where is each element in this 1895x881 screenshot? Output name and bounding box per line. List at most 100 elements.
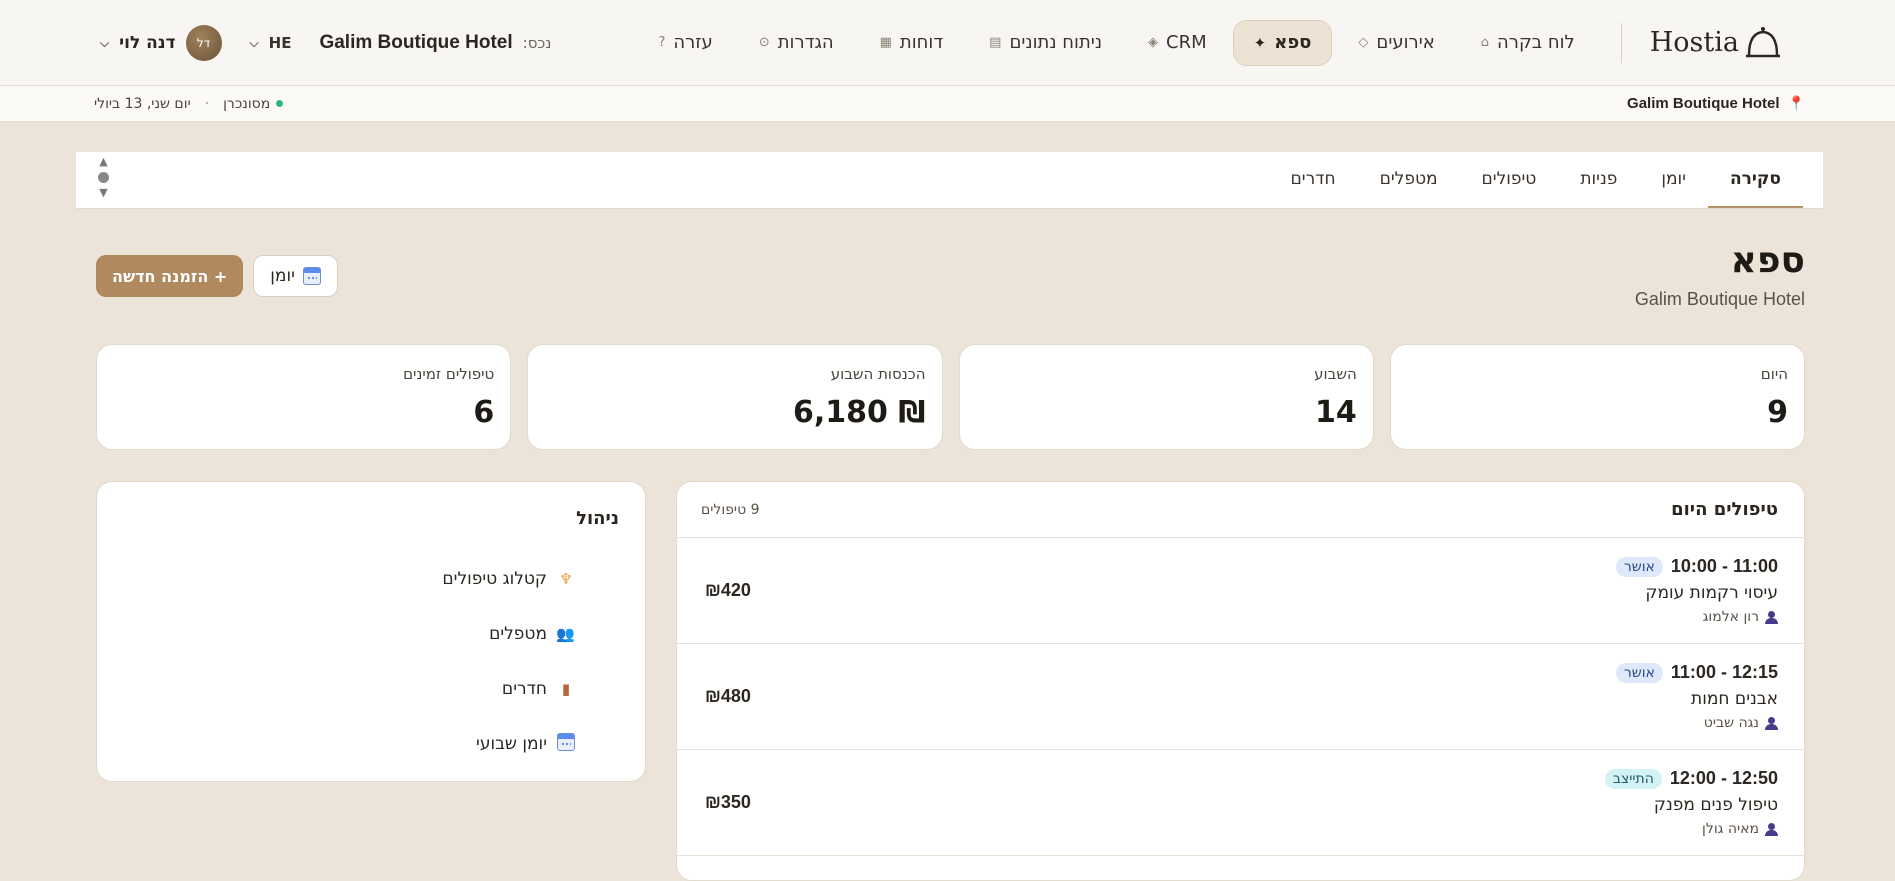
treatment-time-line: 12:50 - 12:00 התייצב bbox=[1604, 768, 1778, 789]
stat-label: טיפולים זמינים bbox=[403, 365, 495, 383]
language-code: HE bbox=[268, 34, 292, 52]
reports-icon: ▦ bbox=[879, 35, 892, 50]
tab-therapists[interactable]: מטפלים bbox=[1358, 152, 1460, 208]
table-row[interactable]: 12:15 - 11:00 אושר אבנים חמות נגה שביט ₪… bbox=[677, 644, 1804, 750]
stats-row: היום 9 השבוע 14 הכנסות השבוע ₪ 6,180 טיפ… bbox=[96, 344, 1805, 450]
home-icon: ⌂ bbox=[1480, 35, 1490, 50]
section-title: ניהול bbox=[576, 508, 619, 529]
analytics-icon: ▤ bbox=[989, 35, 1002, 50]
people-icon: 👥 bbox=[556, 624, 575, 643]
property-selector[interactable]: נכס: Galim Boutique Hotel bbox=[319, 32, 551, 54]
nav-item-help[interactable]: עזרה ? bbox=[638, 20, 732, 66]
gear-icon: ⊙ bbox=[758, 35, 770, 50]
calendar-button-label: יומן bbox=[270, 266, 295, 286]
tab-calendar[interactable]: יומן bbox=[1639, 152, 1708, 208]
nav-label: CRM bbox=[1166, 32, 1207, 53]
table-row[interactable]: 11:00 - 10:00 אושר עיסוי רקמות עומק רון … bbox=[677, 538, 1804, 644]
management-link-label: יומן שבועי bbox=[476, 733, 547, 754]
user-menu[interactable]: דל דנה לוי ⌵ bbox=[100, 25, 222, 61]
door-icon: ▮ bbox=[561, 679, 571, 698]
treatment-name: אבנים חמות bbox=[1691, 689, 1778, 709]
tab-treatments[interactable]: טיפולים bbox=[1460, 152, 1559, 208]
tab-overview[interactable]: סקירה bbox=[1708, 152, 1803, 208]
management-link-label: חדרים bbox=[501, 678, 547, 699]
current-property-name: Galim Boutique Hotel bbox=[1627, 95, 1780, 112]
treatment-price: ₪420 bbox=[705, 580, 751, 600]
treatment-price: ₪480 bbox=[705, 686, 751, 706]
tab-rooms[interactable]: חדרים bbox=[1269, 152, 1358, 208]
stat-label: הכנסות השבוע bbox=[830, 365, 926, 383]
top-nav: Hostia לוח בקרה ⌂ אירועים ◇ ספא ✦ CRM ◈ … bbox=[0, 0, 1895, 86]
separator-dot: · bbox=[204, 95, 210, 112]
page-header: ספא Galim Boutique Hotel bbox=[1635, 240, 1805, 310]
current-date: יום שני, 13 ביולי bbox=[94, 95, 191, 112]
nav-item-analytics[interactable]: ניתוח נתונים ▤ bbox=[969, 20, 1122, 66]
bell-logo-icon bbox=[1746, 26, 1780, 57]
property-label: נכס: bbox=[522, 34, 552, 52]
sync-status: מסונכרן bbox=[223, 96, 284, 112]
treatment-count: 9 טיפולים bbox=[701, 501, 760, 518]
nav-item-reports[interactable]: דוחות ▦ bbox=[860, 20, 964, 66]
nav-label: עזרה bbox=[673, 32, 713, 53]
management-list: ♆ קטלוג טיפולים 👥 מטפלים ▮ חדרים יומן שב… bbox=[97, 551, 619, 771]
scroll-down-icon[interactable]: ▼ bbox=[99, 187, 107, 199]
treatment-price: ₪350 bbox=[705, 792, 751, 812]
person-icon bbox=[1765, 716, 1778, 730]
pin-icon: 📍 bbox=[1787, 95, 1805, 111]
language-selector[interactable]: HE ⌵ bbox=[250, 34, 292, 52]
help-icon: ? bbox=[658, 35, 666, 50]
stat-card-week: השבוע 14 bbox=[958, 344, 1374, 450]
brand-name: Hostia bbox=[1649, 27, 1739, 58]
scroll-knob[interactable] bbox=[98, 172, 109, 183]
treatment-info: 12:50 - 12:00 התייצב טיפול פנים מפנק מאי… bbox=[1604, 768, 1778, 837]
nav-item-crm[interactable]: CRM ◈ bbox=[1128, 20, 1227, 66]
scroll-up-icon[interactable]: ▲ bbox=[99, 156, 107, 168]
nav-label: לוח בקרה bbox=[1497, 32, 1575, 53]
property-name: Galim Boutique Hotel bbox=[319, 32, 513, 53]
management-link-therapists[interactable]: 👥 מטפלים bbox=[97, 606, 575, 661]
chevron-down-icon: ⌵ bbox=[100, 35, 110, 50]
treatment-time: 12:15 - 11:00 bbox=[1670, 662, 1778, 682]
management-link-rooms[interactable]: ▮ חדרים bbox=[97, 661, 575, 716]
today-treatments: טיפולים היום 9 טיפולים 11:00 - 10:00 אוש… bbox=[676, 481, 1805, 881]
nav-label: הגדרות bbox=[777, 32, 834, 53]
stat-value: 6 bbox=[473, 395, 495, 430]
status-badge: אושר bbox=[1615, 662, 1663, 683]
nav-item-events[interactable]: אירועים ◇ bbox=[1338, 20, 1454, 66]
user-name: דנה לוי bbox=[119, 33, 176, 53]
crm-icon: ◈ bbox=[1148, 35, 1159, 50]
nav-label: דוחות bbox=[899, 32, 944, 53]
nav-item-settings[interactable]: הגדרות ⊙ bbox=[739, 20, 854, 66]
nav-label: ניתוח נתונים bbox=[1009, 32, 1103, 53]
current-property: 📍 Galim Boutique Hotel bbox=[1627, 95, 1805, 112]
management-link-catalog[interactable]: ♆ קטלוג טיפולים bbox=[97, 551, 575, 606]
calendar-button[interactable]: יומן bbox=[253, 255, 338, 297]
tab-scroller[interactable]: ▲ ▼ bbox=[98, 156, 109, 199]
nav-item-front-desk[interactable]: לוח בקרה ⌂ bbox=[1461, 20, 1595, 66]
nav-item-spa[interactable]: ספא ✦ bbox=[1232, 19, 1333, 66]
nav-label: ספא bbox=[1274, 32, 1312, 53]
stat-value: ₪ 6,180 bbox=[793, 395, 926, 430]
table-row[interactable]: 12:50 - 12:00 התייצב טיפול פנים מפנק מאי… bbox=[677, 750, 1804, 856]
main-nav: לוח בקרה ⌂ אירועים ◇ ספא ✦ CRM ◈ ניתוח נ… bbox=[638, 19, 1595, 66]
therapist: רון אלמוג bbox=[1616, 609, 1778, 625]
massage-icon: ♆ bbox=[559, 569, 573, 588]
avatar: דל bbox=[185, 25, 222, 61]
treatment-time-line: 11:00 - 10:00 אושר bbox=[1615, 556, 1778, 577]
therapist: נגה שביט bbox=[1616, 715, 1778, 731]
status-badge: התייצב bbox=[1604, 768, 1662, 789]
stat-card-revenue: הכנסות השבוע ₪ 6,180 bbox=[527, 344, 943, 450]
nav-right-tools: נכס: Galim Boutique Hotel HE ⌵ דל דנה לו… bbox=[100, 0, 551, 86]
therapist-name: רון אלמוג bbox=[1702, 609, 1759, 625]
treatment-name: טיפול פנים מפנק bbox=[1653, 795, 1778, 815]
new-booking-button[interactable]: + הזמנה חדשה bbox=[96, 255, 244, 297]
sync-status-group: מסונכרן · יום שני, 13 ביולי bbox=[94, 95, 284, 112]
brand[interactable]: Hostia bbox=[1620, 22, 1783, 63]
treatment-time: 12:50 - 12:00 bbox=[1669, 768, 1778, 788]
management-link-label: מטפלים bbox=[489, 623, 547, 644]
calendar-icon bbox=[557, 732, 575, 755]
spa-tabs: סקירה יומן פניות טיפולים מטפלים חדרים ▲ … bbox=[76, 152, 1823, 209]
management-link-weekly-calendar[interactable]: יומן שבועי bbox=[97, 716, 575, 771]
tab-inquiries[interactable]: פניות bbox=[1558, 152, 1639, 208]
context-bar: 📍 Galim Boutique Hotel מסונכרן · יום שני… bbox=[0, 86, 1895, 122]
